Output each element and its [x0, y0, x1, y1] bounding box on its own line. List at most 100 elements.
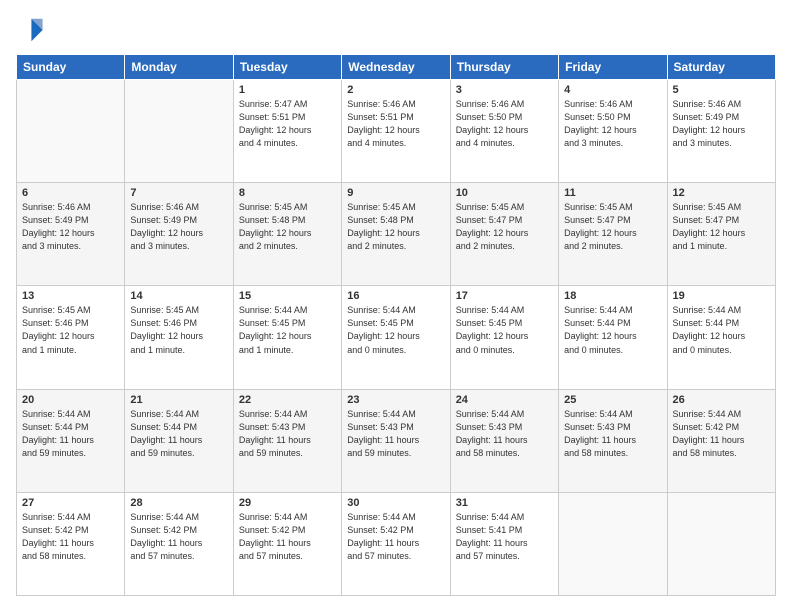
- calendar-week-row: 20 Sunrise: 5:44 AM Sunset: 5:44 PM Dayli…: [17, 389, 776, 492]
- calendar-cell: 11 Sunrise: 5:45 AM Sunset: 5:47 PM Dayli…: [559, 183, 667, 286]
- day-number: 23: [347, 394, 444, 406]
- calendar-cell: 26 Sunrise: 5:44 AM Sunset: 5:42 PM Dayli…: [667, 389, 775, 492]
- day-number: 27: [22, 497, 119, 509]
- day-info: Sunrise: 5:44 AM Sunset: 5:44 PM Dayligh…: [22, 408, 119, 460]
- day-info: Sunrise: 5:44 AM Sunset: 5:42 PM Dayligh…: [673, 408, 770, 460]
- logo: [16, 16, 48, 44]
- day-number: 12: [673, 187, 770, 199]
- day-info: Sunrise: 5:46 AM Sunset: 5:50 PM Dayligh…: [456, 98, 553, 150]
- day-number: 1: [239, 84, 336, 96]
- logo-icon: [16, 16, 44, 44]
- day-info: Sunrise: 5:46 AM Sunset: 5:49 PM Dayligh…: [130, 201, 227, 253]
- calendar-cell: 14 Sunrise: 5:45 AM Sunset: 5:46 PM Dayli…: [125, 286, 233, 389]
- weekday-header: Sunday: [17, 55, 125, 80]
- day-info: Sunrise: 5:44 AM Sunset: 5:43 PM Dayligh…: [564, 408, 661, 460]
- calendar-cell: 3 Sunrise: 5:46 AM Sunset: 5:50 PM Daylig…: [450, 80, 558, 183]
- weekday-header: Tuesday: [233, 55, 341, 80]
- day-number: 4: [564, 84, 661, 96]
- day-number: 28: [130, 497, 227, 509]
- day-info: Sunrise: 5:45 AM Sunset: 5:48 PM Dayligh…: [347, 201, 444, 253]
- calendar-cell: 31Sunrise: 5:44 AM Sunset: 5:41 PM Dayli…: [450, 492, 558, 595]
- calendar-cell: 27Sunrise: 5:44 AM Sunset: 5:42 PM Dayli…: [17, 492, 125, 595]
- calendar-cell: 18 Sunrise: 5:44 AM Sunset: 5:44 PM Dayli…: [559, 286, 667, 389]
- day-number: 24: [456, 394, 553, 406]
- day-number: 7: [130, 187, 227, 199]
- day-number: 19: [673, 290, 770, 302]
- day-info: Sunrise: 5:44 AM Sunset: 5:42 PM Dayligh…: [239, 511, 336, 563]
- day-info: Sunrise: 5:44 AM Sunset: 5:42 PM Dayligh…: [347, 511, 444, 563]
- header: [16, 16, 776, 44]
- day-number: 6: [22, 187, 119, 199]
- day-number: 18: [564, 290, 661, 302]
- day-number: 20: [22, 394, 119, 406]
- calendar-cell: 8 Sunrise: 5:45 AM Sunset: 5:48 PM Daylig…: [233, 183, 341, 286]
- day-number: 25: [564, 394, 661, 406]
- calendar-cell: 9 Sunrise: 5:45 AM Sunset: 5:48 PM Daylig…: [342, 183, 450, 286]
- day-info: Sunrise: 5:44 AM Sunset: 5:42 PM Dayligh…: [130, 511, 227, 563]
- day-info: Sunrise: 5:46 AM Sunset: 5:50 PM Dayligh…: [564, 98, 661, 150]
- calendar-cell: 15 Sunrise: 5:44 AM Sunset: 5:45 PM Dayli…: [233, 286, 341, 389]
- calendar-cell: 6 Sunrise: 5:46 AM Sunset: 5:49 PM Daylig…: [17, 183, 125, 286]
- calendar-cell: 28 Sunrise: 5:44 AM Sunset: 5:42 PM Dayli…: [125, 492, 233, 595]
- calendar-cell: 19 Sunrise: 5:44 AM Sunset: 5:44 PM Dayli…: [667, 286, 775, 389]
- day-info: Sunrise: 5:45 AM Sunset: 5:47 PM Dayligh…: [564, 201, 661, 253]
- calendar-cell: 17 Sunrise: 5:44 AM Sunset: 5:45 PM Dayli…: [450, 286, 558, 389]
- day-number: 8: [239, 187, 336, 199]
- day-number: 29: [239, 497, 336, 509]
- weekday-header: Friday: [559, 55, 667, 80]
- calendar-cell: [125, 80, 233, 183]
- page: SundayMondayTuesdayWednesdayThursdayFrid…: [0, 0, 792, 612]
- day-info: Sunrise: 5:47 AM Sunset: 5:51 PM Dayligh…: [239, 98, 336, 150]
- calendar-cell: 30 Sunrise: 5:44 AM Sunset: 5:42 PM Dayli…: [342, 492, 450, 595]
- calendar-header-row: SundayMondayTuesdayWednesdayThursdayFrid…: [17, 55, 776, 80]
- day-info: Sunrise: 5:44 AM Sunset: 5:44 PM Dayligh…: [673, 304, 770, 356]
- day-number: 5: [673, 84, 770, 96]
- calendar-cell: 24Sunrise: 5:44 AM Sunset: 5:43 PM Dayli…: [450, 389, 558, 492]
- calendar-cell: [667, 492, 775, 595]
- calendar-cell: 10Sunrise: 5:45 AM Sunset: 5:47 PM Dayli…: [450, 183, 558, 286]
- calendar-cell: 22 Sunrise: 5:44 AM Sunset: 5:43 PM Dayli…: [233, 389, 341, 492]
- day-number: 14: [130, 290, 227, 302]
- day-info: Sunrise: 5:46 AM Sunset: 5:49 PM Dayligh…: [22, 201, 119, 253]
- weekday-header: Saturday: [667, 55, 775, 80]
- calendar: SundayMondayTuesdayWednesdayThursdayFrid…: [16, 54, 776, 596]
- weekday-header: Monday: [125, 55, 233, 80]
- calendar-cell: 2 Sunrise: 5:46 AM Sunset: 5:51 PM Daylig…: [342, 80, 450, 183]
- day-info: Sunrise: 5:46 AM Sunset: 5:51 PM Dayligh…: [347, 98, 444, 150]
- day-number: 3: [456, 84, 553, 96]
- calendar-cell: 4 Sunrise: 5:46 AM Sunset: 5:50 PM Daylig…: [559, 80, 667, 183]
- day-number: 2: [347, 84, 444, 96]
- weekday-header: Thursday: [450, 55, 558, 80]
- day-info: Sunrise: 5:46 AM Sunset: 5:49 PM Dayligh…: [673, 98, 770, 150]
- day-number: 10: [456, 187, 553, 199]
- day-info: Sunrise: 5:44 AM Sunset: 5:43 PM Dayligh…: [347, 408, 444, 460]
- day-info: Sunrise: 5:45 AM Sunset: 5:46 PM Dayligh…: [130, 304, 227, 356]
- day-number: 9: [347, 187, 444, 199]
- calendar-cell: 13Sunrise: 5:45 AM Sunset: 5:46 PM Dayli…: [17, 286, 125, 389]
- day-number: 11: [564, 187, 661, 199]
- day-number: 22: [239, 394, 336, 406]
- day-info: Sunrise: 5:45 AM Sunset: 5:46 PM Dayligh…: [22, 304, 119, 356]
- day-info: Sunrise: 5:44 AM Sunset: 5:43 PM Dayligh…: [239, 408, 336, 460]
- day-number: 26: [673, 394, 770, 406]
- calendar-cell: 25 Sunrise: 5:44 AM Sunset: 5:43 PM Dayli…: [559, 389, 667, 492]
- calendar-week-row: 13Sunrise: 5:45 AM Sunset: 5:46 PM Dayli…: [17, 286, 776, 389]
- calendar-week-row: 1 Sunrise: 5:47 AM Sunset: 5:51 PM Daylig…: [17, 80, 776, 183]
- calendar-cell: 5 Sunrise: 5:46 AM Sunset: 5:49 PM Daylig…: [667, 80, 775, 183]
- day-number: 31: [456, 497, 553, 509]
- day-info: Sunrise: 5:45 AM Sunset: 5:48 PM Dayligh…: [239, 201, 336, 253]
- day-number: 16: [347, 290, 444, 302]
- day-info: Sunrise: 5:44 AM Sunset: 5:44 PM Dayligh…: [130, 408, 227, 460]
- day-number: 15: [239, 290, 336, 302]
- day-info: Sunrise: 5:44 AM Sunset: 5:44 PM Dayligh…: [564, 304, 661, 356]
- calendar-cell: 20 Sunrise: 5:44 AM Sunset: 5:44 PM Dayli…: [17, 389, 125, 492]
- day-number: 17: [456, 290, 553, 302]
- day-number: 21: [130, 394, 227, 406]
- calendar-cell: 16Sunrise: 5:44 AM Sunset: 5:45 PM Dayli…: [342, 286, 450, 389]
- day-number: 30: [347, 497, 444, 509]
- day-info: Sunrise: 5:44 AM Sunset: 5:45 PM Dayligh…: [239, 304, 336, 356]
- calendar-cell: [17, 80, 125, 183]
- day-info: Sunrise: 5:44 AM Sunset: 5:45 PM Dayligh…: [456, 304, 553, 356]
- calendar-cell: 21 Sunrise: 5:44 AM Sunset: 5:44 PM Dayli…: [125, 389, 233, 492]
- calendar-cell: 12Sunrise: 5:45 AM Sunset: 5:47 PM Dayli…: [667, 183, 775, 286]
